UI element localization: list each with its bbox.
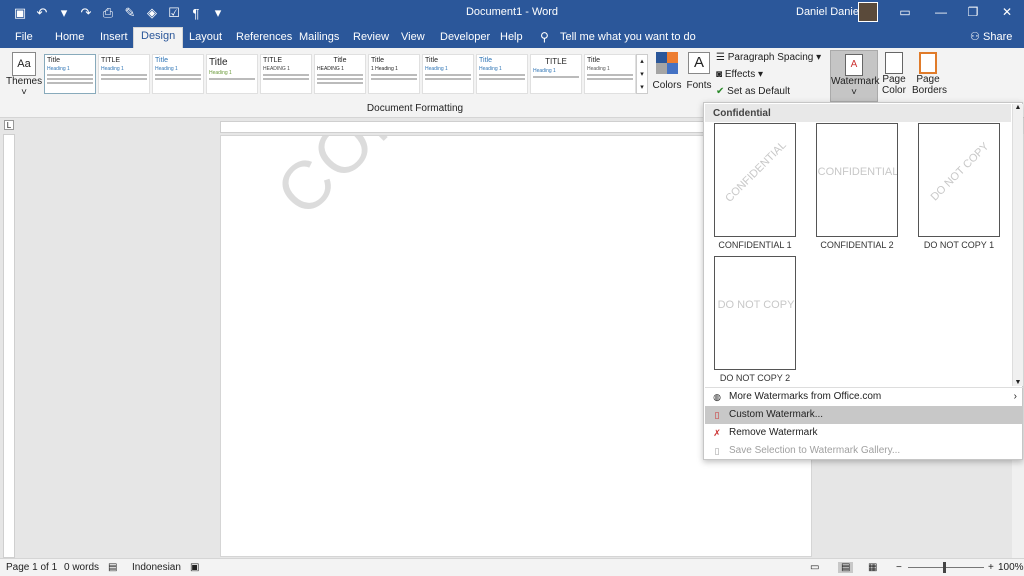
minimize-icon[interactable]: — xyxy=(930,3,952,21)
style-set-item[interactable]: TITLE Heading 1 xyxy=(530,54,582,94)
check-circle-icon: ✔ xyxy=(716,86,728,97)
scroll-up-icon: ▲ xyxy=(1014,104,1022,111)
watermark-caption: DO NOT COPY 1 xyxy=(923,240,995,250)
tab-review[interactable]: Review xyxy=(346,29,396,48)
themes-icon: Aa xyxy=(12,52,36,76)
word-count[interactable]: 0 words xyxy=(64,562,99,573)
tell-me-box[interactable]: Tell me what you want to do xyxy=(553,29,703,48)
page-borders-button[interactable]: Page Borders xyxy=(912,52,947,96)
vertical-ruler[interactable] xyxy=(3,134,15,558)
style-set-item[interactable]: Title Heading 1 xyxy=(422,54,474,94)
ribbon-display-icon[interactable]: ▭ xyxy=(894,3,916,21)
user-name[interactable]: Daniel Daniel xyxy=(796,6,861,18)
paragraph-spacing-button[interactable]: ☰ Paragraph Spacing ▾ xyxy=(716,52,821,63)
watermark-icon: A xyxy=(845,54,863,76)
chevron-down-icon: ˅ xyxy=(851,87,857,98)
watermark-option[interactable]: DO NOT COPY xyxy=(918,123,1000,237)
watermark-option[interactable]: CONFIDENTIAL xyxy=(714,123,796,237)
gallery-section-header: Confidential xyxy=(705,104,1011,122)
save-gallery-icon: ▯ xyxy=(714,446,720,456)
status-bar: Page 1 of 1 0 words ▤ Indonesian ▣ ▭ ▤ ▦… xyxy=(0,558,1024,576)
proofing-icon[interactable]: ▤ xyxy=(108,562,117,573)
page-borders-icon xyxy=(919,52,937,74)
globe-icon: ◍ xyxy=(713,392,721,402)
macro-icon[interactable]: ▣ xyxy=(190,562,199,573)
watermark-text: CONFIDENTIAL xyxy=(261,136,686,231)
tab-view[interactable]: View xyxy=(394,29,432,48)
zoom-in-icon[interactable]: + xyxy=(988,562,994,573)
style-set-item[interactable]: Title Heading 1 xyxy=(476,54,528,94)
tab-insert[interactable]: Insert xyxy=(93,29,135,48)
save-to-gallery-item[interactable]: ▯ Save Selection to Watermark Gallery... xyxy=(705,442,1023,460)
tab-selector[interactable]: L xyxy=(4,120,14,130)
zoom-out-icon[interactable]: − xyxy=(896,562,902,573)
effects-icon: ◙ xyxy=(716,69,725,80)
close-icon[interactable]: ✕ xyxy=(996,3,1018,21)
title-bar: ▣ ↶ ▾ ↷ ⎙ ✎ ◈ ☑ ¶ ▾ Document1 - Word Dan… xyxy=(0,0,1024,26)
watermark-caption: DO NOT COPY 2 xyxy=(719,373,791,383)
watermark-button[interactable]: A Watermark ˅ xyxy=(830,50,880,102)
web-layout-icon[interactable]: ▦ xyxy=(868,562,877,573)
watermark-option[interactable]: CONFIDENTIAL xyxy=(816,123,898,237)
style-set-item[interactable]: Title Heading 1 xyxy=(206,54,258,94)
remove-watermark-item[interactable]: ✗ Remove Watermark xyxy=(705,424,1023,442)
gallery-scroll[interactable]: ▴ ▾ ▾ xyxy=(636,54,648,94)
watermark-option[interactable]: DO NOT COPY xyxy=(714,256,796,370)
tab-help[interactable]: Help xyxy=(493,29,530,48)
zoom-slider[interactable] xyxy=(908,567,984,568)
page-color-icon xyxy=(885,52,903,74)
print-layout-icon[interactable]: ▤ xyxy=(838,562,854,573)
fonts-icon: A xyxy=(688,52,710,74)
remove-watermark-icon: ✗ xyxy=(713,428,721,438)
custom-watermark-icon: ▯ xyxy=(714,410,720,420)
share-button[interactable]: Share xyxy=(976,29,1019,48)
paragraph-spacing-icon: ☰ xyxy=(716,52,728,63)
more-watermarks-item[interactable]: ◍ More Watermarks from Office.com › xyxy=(705,388,1023,406)
lightbulb-icon: ⚲ xyxy=(540,30,549,44)
colors-icon xyxy=(656,52,678,74)
custom-watermark-item[interactable]: ▯ Custom Watermark... xyxy=(705,406,1023,424)
fonts-button[interactable]: A Fonts xyxy=(684,52,714,91)
scroll-down-icon: ▼ xyxy=(1014,379,1022,386)
page-color-button[interactable]: Page Color xyxy=(878,52,910,96)
language[interactable]: Indonesian xyxy=(132,562,181,573)
zoom-thumb[interactable] xyxy=(943,562,946,573)
watermark-caption: CONFIDENTIAL 2 xyxy=(820,240,894,250)
style-set-item[interactable]: Title HEADING 1 xyxy=(314,54,366,94)
zoom-level[interactable]: 100% xyxy=(998,562,1024,573)
style-set-item[interactable]: Title Heading 1 xyxy=(584,54,636,94)
style-set-item[interactable]: Title 1 Heading 1 xyxy=(368,54,420,94)
chevron-right-icon: › xyxy=(1013,391,1017,402)
restore-icon[interactable]: ❐ xyxy=(962,3,984,21)
tab-file[interactable]: File xyxy=(8,29,40,48)
read-mode-icon[interactable]: ▭ xyxy=(810,562,819,573)
style-set-item[interactable]: TITLE HEADING 1 xyxy=(260,54,312,94)
tab-layout[interactable]: Layout xyxy=(182,29,229,48)
watermark-dropdown: Confidential CONFIDENTIAL CONFIDENTIAL 1… xyxy=(703,102,1023,460)
tab-design[interactable]: Design xyxy=(133,27,184,48)
set-default-button[interactable]: ✔ Set as Default xyxy=(716,86,790,97)
horizontal-ruler[interactable] xyxy=(220,121,704,133)
colors-button[interactable]: Colors xyxy=(652,52,682,91)
tab-developer[interactable]: Developer xyxy=(433,29,497,48)
style-set-item[interactable]: Title Heading 1 xyxy=(152,54,204,94)
watermark-caption: CONFIDENTIAL 1 xyxy=(718,240,792,250)
tab-references[interactable]: References xyxy=(229,29,299,48)
style-set-item[interactable]: Title Heading 1 xyxy=(44,54,96,94)
tab-home[interactable]: Home xyxy=(48,29,91,48)
ribbon-tabs: File Home Insert Design Layout Reference… xyxy=(0,26,1024,48)
page-count[interactable]: Page 1 of 1 xyxy=(6,562,57,573)
chevron-down-icon: ˅ xyxy=(21,87,27,98)
themes-button[interactable]: Aa Themes ˅ xyxy=(6,52,42,98)
style-set-item[interactable]: TITLE Heading 1 xyxy=(98,54,150,94)
effects-button[interactable]: ◙ Effects ▾ xyxy=(716,69,763,80)
tab-mailings[interactable]: Mailings xyxy=(292,29,346,48)
gallery-scrollbar[interactable]: ▲ ▼ xyxy=(1012,104,1023,386)
avatar[interactable] xyxy=(858,2,878,22)
